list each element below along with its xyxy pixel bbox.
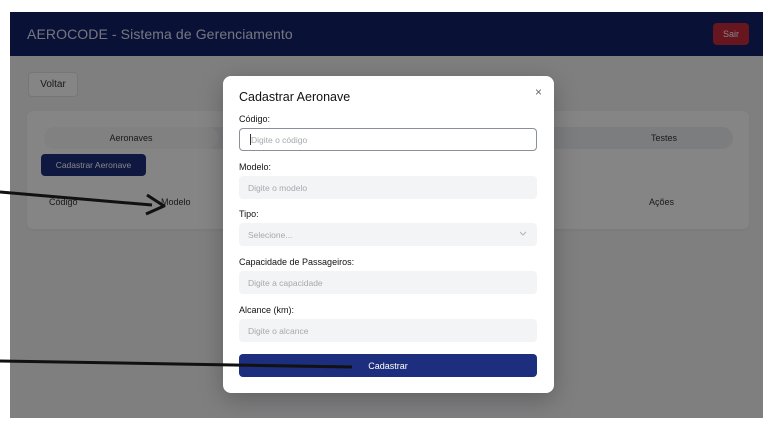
capacity-placeholder: Digite a capacidade: [248, 277, 323, 288]
range-placeholder: Digite o alcance: [248, 325, 309, 336]
model-placeholder: Digite o modelo: [248, 182, 308, 193]
app-window: AEROCODE - Sistema de Gerenciamento Sair…: [10, 12, 763, 418]
text-cursor: [250, 134, 251, 145]
code-label: Código:: [239, 114, 271, 124]
type-select[interactable]: Selecione...: [239, 223, 537, 246]
capacity-label: Capacidade de Passageiros:: [239, 257, 355, 267]
range-label: Alcance (km):: [239, 305, 295, 315]
capacity-input[interactable]: Digite a capacidade: [239, 271, 537, 294]
type-label: Tipo:: [239, 209, 259, 219]
modal-title: Cadastrar Aeronave: [239, 90, 351, 104]
range-input[interactable]: Digite o alcance: [239, 319, 537, 342]
type-placeholder: Selecione...: [248, 229, 293, 240]
submit-button[interactable]: Cadastrar: [239, 354, 537, 377]
chevron-down-icon: [519, 230, 527, 239]
close-icon[interactable]: ×: [535, 85, 542, 99]
register-aircraft-modal: Cadastrar Aeronave × Código: Digite o có…: [223, 76, 554, 393]
code-placeholder: Digite o código: [251, 134, 308, 145]
model-input[interactable]: Digite o modelo: [239, 176, 537, 199]
model-label: Modelo:: [239, 162, 272, 172]
code-input[interactable]: Digite o código: [239, 128, 537, 151]
